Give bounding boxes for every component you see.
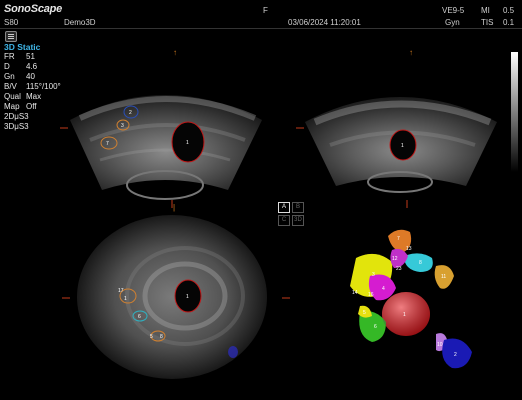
ultrasound-viewport[interactable]: 1 3 7 2 ↑ 1 ↑ 1 17 1 6 5 8 | 1 2 3 4 5 6… <box>0 0 522 400</box>
quadrant-c-image[interactable]: 1 17 1 6 5 8 | <box>77 203 267 379</box>
svg-text:2: 2 <box>454 352 457 358</box>
svg-text:5: 5 <box>363 310 366 316</box>
svg-text:4: 4 <box>382 286 385 292</box>
svg-text:1: 1 <box>401 143 404 149</box>
quadrant-a-image[interactable]: 1 3 7 2 ↑ <box>70 48 262 200</box>
svg-text:23: 23 <box>396 266 402 272</box>
svg-text:6: 6 <box>138 314 141 320</box>
svg-text:2: 2 <box>129 110 132 116</box>
svg-text:13: 13 <box>406 246 412 252</box>
svg-text:5: 5 <box>150 334 153 340</box>
svg-text:↑: ↑ <box>173 48 177 57</box>
svg-text:6: 6 <box>374 324 377 330</box>
svg-text:3: 3 <box>372 272 375 278</box>
svg-text:17: 17 <box>118 288 124 294</box>
quadrant-d-3d-render[interactable]: 1 2 3 4 5 6 7 8 10 11 12 13 14 16 23 <box>350 229 472 369</box>
svg-text:16: 16 <box>368 292 374 298</box>
svg-text:12: 12 <box>392 256 398 262</box>
svg-text:|: | <box>173 203 175 212</box>
svg-text:1: 1 <box>186 294 189 300</box>
view-c-button[interactable]: C <box>278 215 290 226</box>
svg-text:7: 7 <box>106 141 109 147</box>
svg-text:↑: ↑ <box>409 48 413 57</box>
svg-text:11: 11 <box>441 274 446 280</box>
view-b-button[interactable]: B <box>292 202 304 213</box>
svg-text:1: 1 <box>186 140 189 146</box>
svg-text:3: 3 <box>121 123 124 129</box>
quadrant-b-image[interactable]: 1 ↑ <box>305 48 497 193</box>
grayscale-bar <box>511 52 518 172</box>
svg-text:1: 1 <box>124 296 127 302</box>
svg-text:14: 14 <box>352 290 358 296</box>
view-a-button[interactable]: A <box>278 202 290 213</box>
svg-text:10: 10 <box>437 342 443 348</box>
view-3d-button[interactable]: 3D <box>292 215 304 226</box>
svg-text:1: 1 <box>403 312 406 318</box>
svg-text:8: 8 <box>160 334 163 340</box>
svg-text:7: 7 <box>397 236 400 242</box>
svg-text:8: 8 <box>419 260 422 266</box>
